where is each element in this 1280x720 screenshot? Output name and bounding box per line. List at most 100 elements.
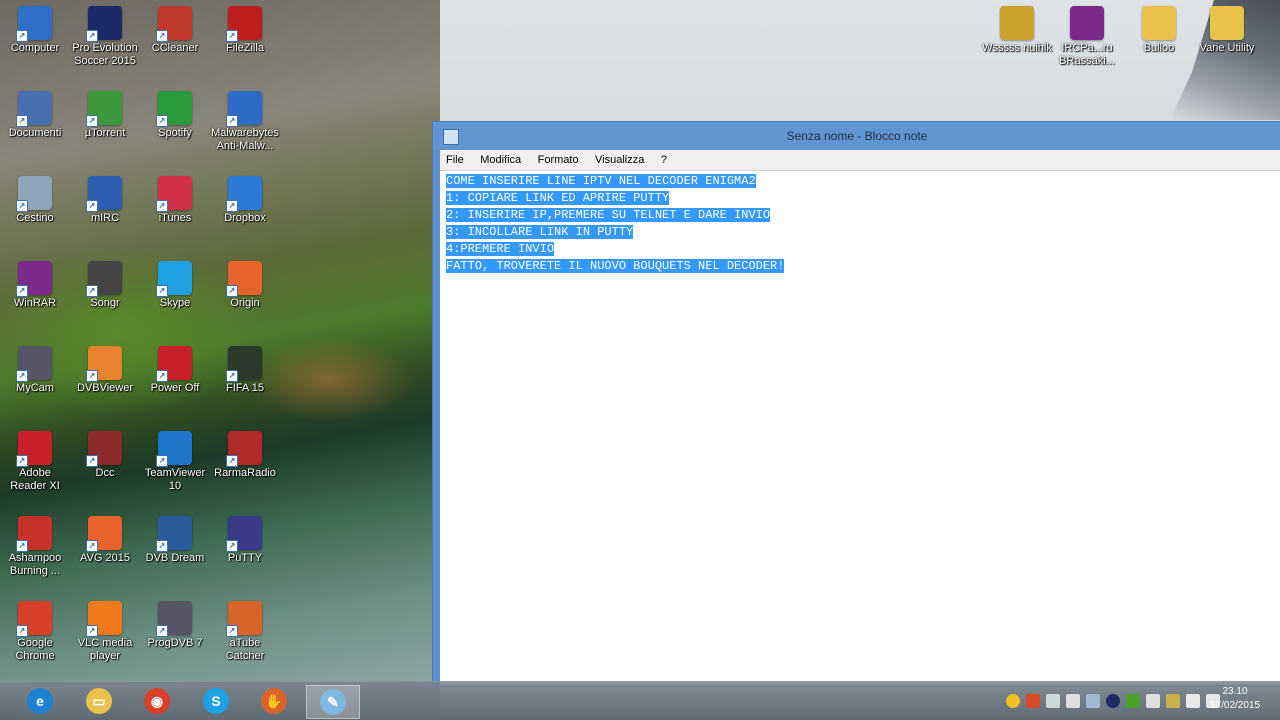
taskbar-file-explorer-button[interactable]: ▭ (73, 685, 125, 717)
printer-tray-icon[interactable] (1066, 694, 1080, 708)
clock-time: 23.10 (1222, 686, 1248, 697)
desktop-icon-label: VLC media player (77, 637, 133, 662)
taskbar-internet-explorer-button[interactable]: e (14, 685, 66, 717)
selected-text[interactable]: COME INSERIRE LINE IPTV NEL DECODER ENIG… (446, 173, 785, 275)
desktop-icon-dropbox[interactable]: ↗ Dropbox (210, 176, 280, 225)
teamviewer-icon: ↗ (156, 431, 192, 467)
winrar-icon: ↗ (16, 261, 52, 297)
ie-icon: e (27, 688, 53, 714)
nvidia-icon[interactable] (1126, 694, 1140, 708)
desktop-icon-label: CCleaner (151, 42, 199, 54)
network-device-icon[interactable] (1086, 694, 1100, 708)
desktop-icon-spotify[interactable]: ↗ Spotify (140, 91, 210, 140)
taskbar-skype-button[interactable]: S (190, 685, 242, 717)
desktop-icon-label: Documenti (8, 127, 62, 139)
desktop-icon-label: Google Chrome (15, 637, 55, 662)
desktop-icon-origin[interactable]: ↗ Origin (210, 261, 280, 310)
device-tray-icon[interactable] (1046, 694, 1060, 708)
desktop-icon-label: Dropbox (224, 212, 266, 224)
malwarebytes-icon: ↗ (226, 91, 262, 127)
desktop-icon-teamviewer[interactable]: ↗ TeamViewer 10 (140, 431, 210, 493)
text-editor-area[interactable]: COME INSERIRE LINE IPTV NEL DECODER ENIG… (440, 170, 1280, 685)
desktop-icon-cestino[interactable]: ↗ Cestino (0, 176, 70, 225)
desktop-icon-mirc[interactable]: ↗ mIRC (70, 176, 140, 225)
mycam-icon: ↗ (16, 346, 52, 382)
desktop-icon-right3[interactable]: Bulloo (1124, 6, 1194, 55)
rarmaradio-icon: ↗ (226, 431, 262, 467)
desktop-icon-dvbviewer[interactable]: ↗ DVBViewer (70, 346, 140, 395)
desktop-icon-label: Varie Utility (1199, 42, 1255, 54)
desktop-icon-label: Wsssss nuihlk (982, 42, 1052, 54)
menu-formato[interactable]: Formato (532, 151, 585, 166)
clock-date: 17/02/2015 (1210, 700, 1261, 711)
menu-visualizza[interactable]: Visualizza (589, 151, 650, 166)
desktop-icon-fifa15[interactable]: ↗ FIFA 15 (210, 346, 280, 395)
desktop-icon-label: AVG 2015 (80, 552, 130, 564)
desktop-icon-dcc[interactable]: ↗ Dcc (70, 431, 140, 480)
menu-modifica[interactable]: Modifica (474, 151, 527, 166)
vlc-icon: ↗ (86, 601, 122, 637)
desktop-icon-label: Songr (90, 297, 120, 309)
utorrent-icon: ↗ (86, 91, 122, 127)
desktop-icon-dvbdream[interactable]: ↗ DVB Dream (140, 516, 210, 565)
text-line: FATTO, TROVERETE IL NUOVO BOUQUETS NEL D… (446, 259, 785, 273)
text-line: COME INSERIRE LINE IPTV NEL DECODER ENIG… (446, 174, 756, 188)
pes-icon: ↗ (86, 6, 122, 42)
documents-icon: ↗ (16, 91, 52, 127)
window-title: Senza nome - Blocco note (786, 129, 928, 143)
desktop-icon-skype[interactable]: ↗ Skype (140, 261, 210, 310)
desktop-icon-winrar[interactable]: ↗ WinRAR (0, 261, 70, 310)
desktop-icon-computer[interactable]: ↗ Computer (0, 6, 70, 55)
desktop-icon-putty[interactable]: ↗ PuTTY (210, 516, 280, 565)
wifi-icon[interactable] (1186, 694, 1200, 708)
desktop-icon-ramaradio[interactable]: ↗ RarmaRadio (210, 431, 280, 480)
taskbar-notepad-button[interactable]: ✎ (306, 685, 360, 719)
desktop-icon-right4[interactable]: Varie Utility (1192, 6, 1262, 55)
desktop-icon-atube[interactable]: ↗ aTube Catcher (210, 601, 280, 663)
desktop-icon-ccleaner[interactable]: ↗ CCleaner (140, 6, 210, 55)
desktop-icon-mycam[interactable]: ↗ MyCam (0, 346, 70, 395)
taskbar: e ▭ ◉ S ✋ ✎ 23.10 17/02/2015 (0, 681, 1280, 720)
atube-icon: ✋ (261, 688, 287, 714)
dvbviewer-icon: ↗ (86, 346, 122, 382)
desktop-icon-itunes[interactable]: ↗ iTunes (140, 176, 210, 225)
taskbar-atube-button[interactable]: ✋ (248, 685, 300, 717)
desktop-icon-vlc[interactable]: ↗ VLC media player (70, 601, 140, 663)
taskbar-chrome-button[interactable]: ◉ (131, 685, 183, 717)
desktop-icon-label: Adobe Reader XI (10, 467, 60, 492)
text-line: 2: INSERIRE IP,PREMERE SU TELNET E DARE … (446, 208, 771, 222)
desktop-icon-chrome[interactable]: ↗ Google Chrome (0, 601, 70, 663)
clock[interactable]: 23.10 17/02/2015 (1210, 685, 1260, 713)
notepad-titlebar[interactable]: Senza nome - Blocco note (433, 122, 1280, 150)
desktop-icon-label: DVB Dream (145, 552, 205, 564)
desktop-icon-label: FileZilla (226, 42, 264, 54)
desktop-icon-ashampoo[interactable]: ↗ Ashampoo Burning ... (0, 516, 70, 578)
atube-icon: ↗ (226, 601, 262, 637)
desktop-icon-malwarebytes[interactable]: ↗ Malwarebytes Anti-Malw... (210, 91, 280, 153)
bluetooth-icon[interactable] (1106, 694, 1120, 708)
desktop-icon-avg2015[interactable]: ↗ AVG 2015 (70, 516, 140, 565)
desktop-icon-songr[interactable]: ↗ Songr (70, 261, 140, 310)
text-line: 4:PREMERE INVIO (446, 242, 555, 256)
desktop-icon-adobereader[interactable]: ↗ Adobe Reader XI (0, 431, 70, 493)
flag-icon[interactable] (1146, 694, 1160, 708)
desktop-icon-right2[interactable]: IRCPa...ru BRassaki... (1052, 6, 1122, 68)
desktop-icon-progdvb[interactable]: ↗ ProgDVB 7 (140, 601, 210, 650)
dvbdream-icon: ↗ (156, 516, 192, 552)
desktop-icon-right1[interactable]: Wsssss nuihlk (982, 6, 1052, 55)
desktop-icon-utorrent[interactable]: ↗ µTorrent (70, 91, 140, 140)
desktop-icon-label: Spotify (158, 127, 192, 139)
desktop-icon-documenti[interactable]: ↗ Documenti (0, 91, 70, 140)
notepad-window[interactable]: Senza nome - Blocco note File Modifica F… (432, 121, 1280, 686)
folder-icon (1210, 6, 1244, 40)
menu-file[interactable]: File (440, 151, 470, 166)
dropbox-icon: ↗ (226, 176, 262, 212)
desktop-icon-label: Origin (230, 297, 260, 309)
notification-icon[interactable] (1006, 694, 1020, 708)
desktop-icon-filezilla[interactable]: ↗ FileZilla (210, 6, 280, 55)
battery-icon[interactable] (1166, 694, 1180, 708)
menu-help[interactable]: ? (655, 151, 673, 166)
app-tray-icon[interactable] (1026, 694, 1040, 708)
desktop-icon-pes2015[interactable]: ↗ Pro Evolution Soccer 2015 (70, 6, 140, 68)
desktop-icon-poweroff[interactable]: ↗ Power Off (140, 346, 210, 395)
